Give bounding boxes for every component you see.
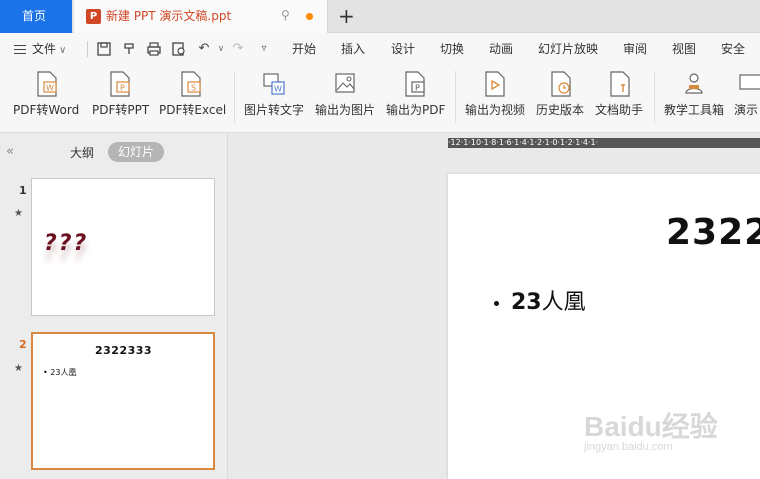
pdf-to-word-button[interactable]: W PDF转Word	[8, 65, 86, 133]
slide-bullet-number: 23	[511, 290, 542, 315]
teaching-toolbox-label: 教学工具箱	[664, 103, 725, 117]
divider	[87, 41, 88, 57]
slide-2-thumb-bullet-text: 23人凰	[50, 368, 77, 377]
menu-view[interactable]: 视图	[672, 33, 696, 65]
doc-assistant-label: 文档助手	[595, 103, 644, 117]
menu-start[interactable]: 开始	[292, 33, 316, 65]
image-to-text-label: 图片转文字	[244, 103, 305, 117]
new-tab-button[interactable]: +	[338, 3, 355, 29]
star-icon: ★	[14, 208, 23, 219]
teaching-toolbox-button[interactable]: 教学工具箱	[660, 65, 728, 133]
tab-slides[interactable]: 幻灯片	[108, 142, 164, 162]
save-icon[interactable]	[96, 41, 112, 57]
export-video-label: 输出为视频	[465, 103, 526, 117]
image-to-text-button[interactable]: W 图片转文字	[240, 65, 308, 133]
slide-number: 2	[19, 338, 27, 351]
menu-bar: 文件 ∨ ↶ ∨ ↷ ▿ 开始 插入 设计 切换 动画 幻灯片放映 审阅 视图 安…	[0, 33, 760, 65]
file-menu[interactable]: 文件 ∨	[14, 33, 66, 65]
export-video-icon	[485, 71, 505, 97]
slide-2-thumb-bullet: • 23人凰	[43, 368, 77, 377]
pin-icon[interactable]: ⚲	[281, 8, 290, 22]
export-image-button[interactable]: 输出为图片	[311, 65, 379, 133]
slide-number: 1	[19, 184, 27, 197]
watermark-url: jingyan.baidu.com	[584, 441, 673, 453]
ribbon-divider	[455, 71, 456, 123]
svg-text:P: P	[120, 84, 125, 93]
export-pdf-icon: P	[405, 71, 425, 97]
wps-presentation-window: 首页 P 新建 PPT 演示文稿.ppt ⚲ + 文件 ∨ ↶ ∨ ↷ ▿ 开始 …	[0, 0, 760, 479]
menu-security[interactable]: 安全	[721, 33, 745, 65]
tab-outline[interactable]: 大纲	[70, 144, 94, 161]
export-image-icon	[335, 73, 355, 93]
collapse-panel-icon[interactable]: «	[6, 144, 14, 159]
tab-bar: 首页 P 新建 PPT 演示文稿.ppt ⚲ +	[0, 0, 760, 33]
slide-title[interactable]: 2322333	[666, 212, 760, 253]
menu-slideshow[interactable]: 幻灯片放映	[538, 33, 598, 65]
document-tab-title: 新建 PPT 演示文稿.ppt	[106, 9, 232, 23]
menu-review[interactable]: 审阅	[623, 33, 647, 65]
print-icon[interactable]	[146, 41, 162, 57]
menu-transition[interactable]: 切换	[440, 33, 464, 65]
chevron-down-icon: ∨	[59, 45, 67, 56]
quick-access-more-icon[interactable]: ▿	[256, 41, 272, 57]
ppt-file-icon: P	[86, 9, 101, 24]
pdf-to-ppt-button[interactable]: P PDF转PPT	[88, 65, 152, 133]
pdf-to-word-label: PDF转Word	[13, 103, 80, 117]
tab-document[interactable]: P 新建 PPT 演示文稿.ppt ⚲	[74, 0, 328, 33]
pdf-to-excel-icon: S	[181, 71, 201, 97]
bullet-point-icon	[494, 300, 499, 306]
doc-assistant-icon	[610, 71, 630, 97]
ribbon-toolbar: W PDF转Word P PDF转PPT S PDF转Excel W 图片转文字…	[0, 65, 760, 133]
export-pdf-label: 输出为PDF	[386, 103, 446, 117]
slide-thumbnail-2[interactable]: 2322333 • 23人凰	[31, 332, 215, 470]
menu-animation[interactable]: 动画	[489, 33, 513, 65]
print-preview-icon[interactable]	[171, 41, 187, 57]
watermark-text: Baidu经验	[584, 411, 718, 442]
format-painter-icon[interactable]	[121, 41, 137, 57]
slide-bullet-text: 人凰	[541, 290, 586, 315]
presentation-label: 演示	[734, 103, 759, 117]
export-image-label: 输出为图片	[315, 103, 376, 117]
file-menu-label: 文件	[32, 42, 57, 56]
slide-thumbnail-1[interactable]: ???	[31, 178, 215, 316]
presentation-button[interactable]: 演示	[732, 65, 760, 133]
presentation-icon	[739, 74, 760, 90]
svg-text:W: W	[274, 85, 282, 94]
svg-text:P: P	[415, 84, 420, 93]
image-to-text-icon: W	[263, 73, 285, 95]
pdf-to-excel-label: PDF转Excel	[159, 103, 227, 117]
hamburger-icon	[14, 45, 26, 54]
ribbon-divider	[654, 71, 655, 123]
pdf-to-excel-button[interactable]: S PDF转Excel	[155, 65, 227, 133]
slide-2-thumb-title: 2322333	[95, 344, 153, 357]
export-pdf-button[interactable]: P 输出为PDF	[382, 65, 448, 133]
history-button[interactable]: 历史版本	[533, 65, 589, 133]
baidu-watermark: Baidu经验 jingyan.baidu.com	[584, 405, 754, 465]
history-label: 历史版本	[536, 103, 585, 117]
slide-1-thumb-text: ???	[44, 231, 89, 256]
export-video-button[interactable]: 输出为视频	[461, 65, 529, 133]
horizontal-ruler: ·12·1·10·1·8·1·6·1·4·1·2·1·0·1·2·1·4·1·	[448, 138, 760, 148]
pdf-to-ppt-label: PDF转PPT	[92, 103, 150, 117]
star-icon: ★	[14, 363, 23, 374]
redo-icon[interactable]: ↷	[230, 41, 246, 57]
slide-navigation-panel: « 大纲 幻灯片 1 ★ ??? 2 ★ 2322333 • 23人凰	[0, 134, 228, 479]
tab-home[interactable]: 首页	[0, 0, 72, 33]
undo-dropdown-icon[interactable]: ∨	[213, 41, 229, 57]
pdf-to-word-icon: W	[37, 71, 57, 97]
teaching-toolbox-icon	[685, 73, 703, 94]
svg-text:S: S	[191, 84, 196, 93]
slide-bullet[interactable]: 23人凰	[494, 284, 586, 316]
ribbon-divider	[234, 71, 235, 123]
menu-design[interactable]: 设计	[391, 33, 415, 65]
svg-text:W: W	[46, 84, 54, 93]
undo-icon[interactable]: ↶	[196, 41, 212, 57]
unsaved-dot-icon	[306, 13, 313, 20]
history-icon	[551, 71, 571, 97]
doc-assistant-button[interactable]: 文档助手	[592, 65, 648, 133]
pdf-to-ppt-icon: P	[110, 71, 130, 97]
menu-insert[interactable]: 插入	[341, 33, 365, 65]
